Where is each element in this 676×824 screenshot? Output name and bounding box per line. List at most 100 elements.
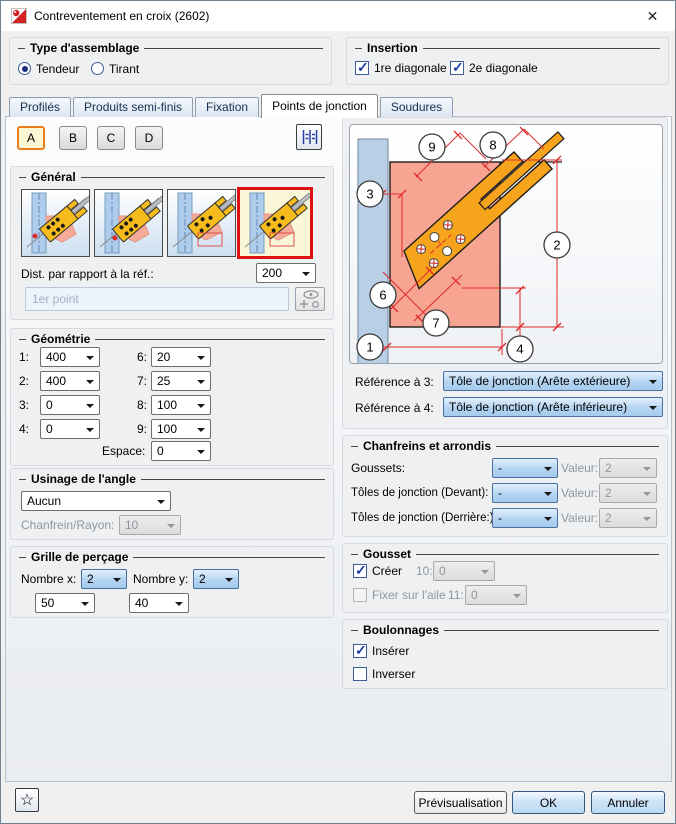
geometry-2-combo[interactable]: 400 — [40, 371, 100, 391]
bolts-insert-checkbox[interactable] — [353, 644, 367, 658]
geometry-6-combo[interactable]: 20 — [151, 347, 211, 367]
general-group: Général — [10, 166, 334, 320]
assembly-variant-1-thumbnail[interactable] — [21, 189, 90, 257]
hole-grid-group: Grille de perçage Nombre x: 2 Nombre y: … — [10, 546, 334, 618]
general-title: Général — [31, 170, 76, 184]
point-selector-d[interactable]: D — [135, 126, 163, 150]
gusset-11-combo[interactable]: 0 — [465, 585, 527, 605]
star-icon: ☆ — [20, 790, 34, 810]
svg-text:9: 9 — [428, 140, 435, 155]
gusset-fix-checkbox[interactable] — [353, 588, 367, 602]
reference-4-value: Tôle de jonction (Arête inférieure) — [449, 400, 627, 414]
grid-dy-value: 40 — [135, 596, 148, 610]
favorite-star-button[interactable]: ☆ — [15, 788, 39, 812]
point-selector-a[interactable]: A — [17, 126, 45, 150]
geometry-space-label: Espace: — [102, 442, 145, 460]
chamfers-front-combo[interactable]: - — [492, 483, 558, 503]
geometry-space-combo[interactable]: 0 — [151, 441, 211, 461]
geometry-3-value: 0 — [46, 398, 53, 412]
chamfers-front-label: Tôles de jonction (Devant): — [351, 484, 488, 502]
assembly-variant-1-image — [22, 190, 89, 256]
reference-4-combo[interactable]: Tôle de jonction (Arête inférieure) — [443, 397, 663, 417]
tab-produits-semi-finis[interactable]: Produits semi-finis — [73, 97, 193, 117]
checkbox-2e-diagonale[interactable] — [450, 61, 464, 75]
dist-reference-combo[interactable]: 200 — [256, 263, 316, 283]
gusset-10-combo[interactable]: 0 — [433, 561, 495, 581]
assembly-variant-3-thumbnail[interactable] — [167, 189, 236, 257]
chamfer-radius-combo[interactable]: 10 — [119, 515, 181, 535]
grid-ny-combo[interactable]: 2 — [193, 569, 239, 589]
geometry-9-label: 9: — [137, 420, 147, 438]
mirror-icon — [297, 124, 321, 150]
corner-mode-value: Aucun — [27, 494, 61, 508]
geometry-8-combo[interactable]: 100 — [151, 395, 211, 415]
checkbox-1re-diagonale[interactable] — [355, 61, 369, 75]
insertion-title: Insertion — [367, 41, 418, 55]
checkbox-1re-diagonale-label: 1re diagonale — [374, 59, 447, 77]
point-selector-b[interactable]: B — [59, 126, 87, 150]
preview-button[interactable]: Prévisualisation — [414, 791, 507, 814]
chamfers-front-valeur-combo[interactable]: 2 — [599, 483, 657, 503]
geometry-2-value: 400 — [46, 374, 66, 388]
cancel-button[interactable]: Annuler — [591, 791, 665, 814]
gusset-fix-label: Fixer sur l'aile — [372, 586, 446, 604]
assembly-variant-2-thumbnail[interactable] — [94, 189, 163, 257]
grid-dx-value: 50 — [41, 596, 54, 610]
chamfers-goussets-valeur-combo[interactable]: 2 — [599, 458, 657, 478]
chamfers-back-valeur-value: 2 — [605, 511, 612, 525]
geometry-title: Géométrie — [31, 332, 90, 346]
chamfers-back-valeur-combo[interactable]: 2 — [599, 508, 657, 528]
radio-tendeur[interactable] — [18, 62, 31, 75]
app-icon — [11, 8, 27, 24]
geometry-7-combo[interactable]: 25 — [151, 371, 211, 391]
gusset-11-value: 0 — [471, 588, 478, 602]
geometry-3-label: 3: — [19, 396, 29, 414]
gusset-create-checkbox[interactable] — [353, 564, 367, 578]
first-point-input[interactable]: 1er point — [25, 287, 289, 311]
gusset-title: Gousset — [363, 547, 411, 561]
geometry-9-value: 100 — [157, 422, 177, 436]
tab-soudures[interactable]: Soudures — [380, 97, 453, 117]
grid-dx-combo[interactable]: 50 — [35, 593, 95, 613]
chamfers-goussets-combo[interactable]: - — [492, 458, 558, 478]
tab-points-de-jonction[interactable]: Points de jonction — [261, 94, 378, 118]
assembly-variant-4-thumbnail[interactable] — [237, 187, 313, 259]
geometry-3-combo[interactable]: 0 — [40, 395, 100, 415]
tab-content: A B C D Général — [5, 116, 672, 782]
chamfers-back-valeur-label: Valeur: — [561, 509, 598, 527]
tab-fixation[interactable]: Fixation — [195, 97, 259, 117]
geometry-6-value: 20 — [157, 350, 170, 364]
gusset-group: Gousset Créer 10: 0 Fixer sur l'aile 11:… — [342, 543, 668, 613]
assembly-variant-4-image — [240, 190, 310, 256]
tab-profiles[interactable]: Profilés — [9, 97, 71, 117]
corner-machining-title: Usinage de l'angle — [31, 472, 136, 486]
geometry-1-value: 400 — [46, 350, 66, 364]
geometry-1-combo[interactable]: 400 — [40, 347, 100, 367]
geometry-group: Géométrie 1: 400 2: 400 3: 0 4: 0 6: 20 … — [10, 328, 334, 466]
geometry-7-label: 7: — [137, 372, 147, 390]
bolts-invert-checkbox[interactable] — [353, 667, 367, 681]
corner-mode-combo[interactable]: Aucun — [21, 491, 171, 511]
chamfers-back-combo[interactable]: - — [492, 508, 558, 528]
reference-3-value: Tôle de jonction (Arête extérieure) — [449, 374, 630, 388]
close-icon[interactable]: ✕ — [630, 1, 675, 31]
reference-3-combo[interactable]: Tôle de jonction (Arête extérieure) — [443, 371, 663, 391]
assembly-type-title: Type d'assemblage — [30, 41, 139, 55]
mirror-button[interactable] — [296, 124, 322, 150]
geometry-1-label: 1: — [19, 348, 29, 366]
point-selector-c[interactable]: C — [97, 126, 125, 150]
chamfers-front-value: - — [498, 486, 502, 500]
chamfer-radius-label: Chanfrein/Rayon: — [21, 516, 114, 534]
assembly-type-group: Type d'assemblage Tendeur Tirant — [9, 37, 332, 85]
geometry-8-value: 100 — [157, 398, 177, 412]
grid-nx-combo[interactable]: 2 — [81, 569, 127, 589]
radio-tirant[interactable] — [91, 62, 104, 75]
geometry-6-label: 6: — [137, 348, 147, 366]
pick-point-button[interactable] — [295, 287, 325, 311]
checkbox-2e-diagonale-label: 2e diagonale — [469, 59, 538, 77]
grid-nx-label: Nombre x: — [21, 570, 76, 588]
geometry-4-combo[interactable]: 0 — [40, 419, 100, 439]
grid-dy-combo[interactable]: 40 — [129, 593, 189, 613]
geometry-9-combo[interactable]: 100 — [151, 419, 211, 439]
ok-button[interactable]: OK — [512, 791, 585, 814]
